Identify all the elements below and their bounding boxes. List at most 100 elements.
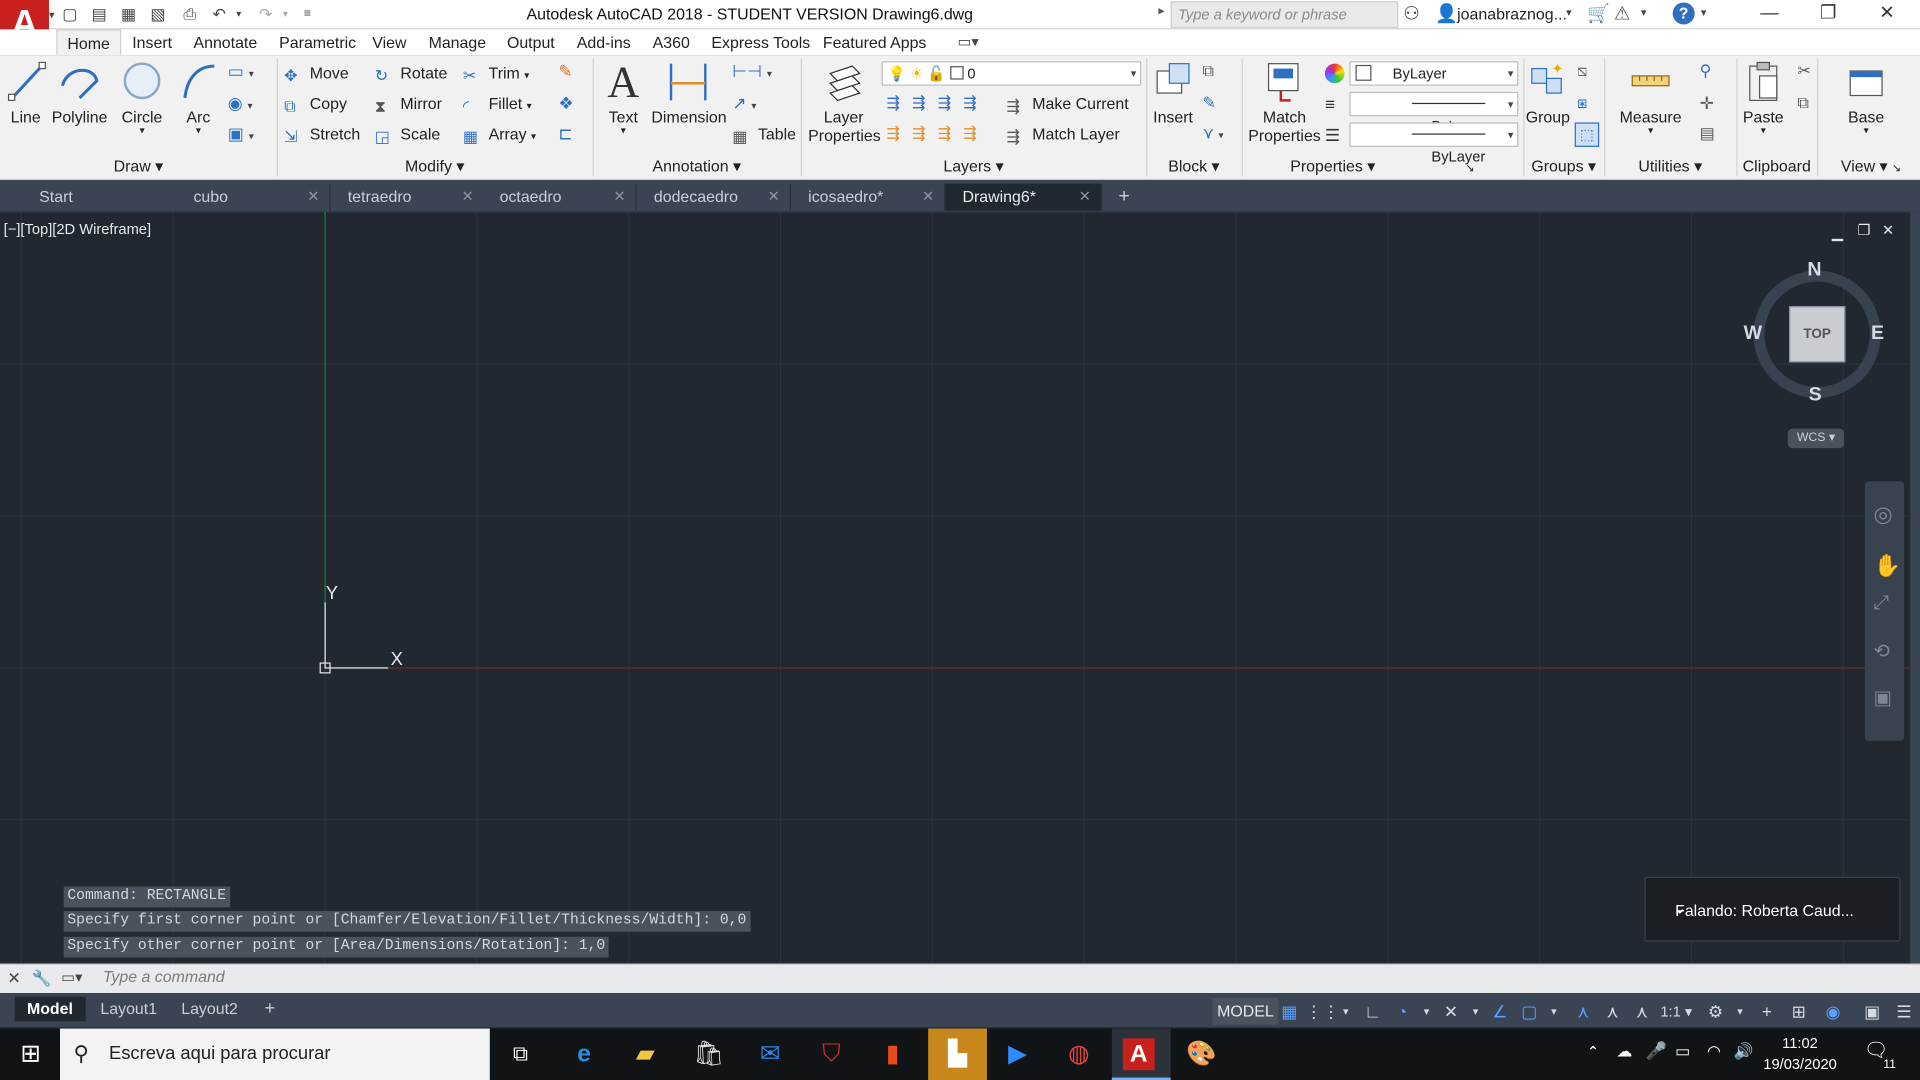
- polyline-button[interactable]: Polyline: [51, 59, 107, 126]
- ribbon-options-icon[interactable]: ▭▾: [958, 33, 979, 50]
- tab-add-ins[interactable]: Add-ins: [567, 29, 641, 55]
- paste-button[interactable]: Paste ▾: [1741, 59, 1785, 136]
- volume-icon[interactable]: 🔊: [1734, 1042, 1754, 1062]
- close-tab-icon[interactable]: ✕: [613, 184, 625, 210]
- fillet-button[interactable]: ◜ Fillet ▾: [463, 89, 532, 118]
- customization-menu-icon[interactable]: ☰: [1891, 998, 1918, 1025]
- annotation-monitor-icon[interactable]: +: [1753, 998, 1780, 1025]
- tab-home[interactable]: Home: [56, 29, 121, 56]
- viewcube-south[interactable]: S: [1809, 384, 1822, 406]
- viewcube-east[interactable]: E: [1871, 323, 1884, 345]
- close-icon[interactable]: ✕: [1859, 0, 1915, 29]
- microphone-icon[interactable]: 🎤: [1646, 1041, 1667, 1062]
- explode-icon[interactable]: ❖: [558, 93, 573, 114]
- paste-dropdown-icon[interactable]: ▾: [1741, 126, 1785, 136]
- circle-dropdown-icon[interactable]: ▾: [118, 126, 167, 136]
- layout-tab-model[interactable]: Model: [14, 996, 86, 1022]
- windows-start-icon[interactable]: ⊞: [12, 1036, 49, 1073]
- snap-icon[interactable]: ⋮⋮: [1305, 998, 1339, 1025]
- office-icon[interactable]: ▮: [874, 1036, 911, 1073]
- text-button[interactable]: A Text ▾: [602, 59, 644, 136]
- model-space-toggle[interactable]: MODEL: [1212, 997, 1279, 1025]
- doc-tab-icosaedro[interactable]: icosaedro* ✕: [791, 183, 946, 211]
- copy-clip-icon[interactable]: ⧉: [1798, 93, 1809, 113]
- cut-icon[interactable]: ✂: [1798, 61, 1811, 81]
- layer-properties-button[interactable]: Layer Properties: [808, 59, 881, 144]
- annotation-visibility-icon[interactable]: ⋏: [1570, 998, 1597, 1025]
- properties-launcher-icon[interactable]: ↘: [1465, 162, 1474, 174]
- annotation-scale-icon[interactable]: ⋏: [1629, 998, 1656, 1025]
- viewcube-west[interactable]: W: [1744, 323, 1763, 345]
- open-file-icon[interactable]: ▤: [88, 4, 110, 26]
- chrome-icon[interactable]: ◍: [1060, 1036, 1097, 1073]
- trim-button[interactable]: ✂ Trim ▾: [463, 59, 529, 88]
- close-tab-icon[interactable]: ✕: [1079, 184, 1091, 210]
- block-attributes-icon[interactable]: ⋎ ▾: [1202, 124, 1223, 144]
- auto-scale-icon[interactable]: ⋏: [1599, 998, 1626, 1025]
- make-current-button[interactable]: ⇶ Make Current: [1007, 89, 1129, 118]
- view-panel-label[interactable]: View ▾ ↘: [1822, 156, 1920, 178]
- drawing-canvas[interactable]: [0, 211, 1911, 964]
- autocad-taskbar-icon[interactable]: A: [1122, 1038, 1155, 1071]
- help-icon[interactable]: ?: [1672, 2, 1695, 25]
- customize-toolbar-icon[interactable]: ≡: [296, 4, 318, 26]
- table-button[interactable]: ▦ Table: [732, 120, 796, 149]
- arc-dropdown-icon[interactable]: ▾: [176, 126, 220, 136]
- undo-dropdown-icon[interactable]: ▾: [233, 4, 245, 26]
- chevron-down-icon[interactable]: ⌄: [1673, 898, 1687, 919]
- polar-icon[interactable]: ◔: [1389, 998, 1416, 1025]
- doc-tab-cubo[interactable]: cubo ✕: [176, 183, 331, 211]
- close-tab-icon[interactable]: ✕: [462, 184, 474, 210]
- user-icon[interactable]: 👤: [1435, 2, 1458, 25]
- mirror-button[interactable]: ⧗ Mirror: [375, 89, 442, 118]
- create-block-icon[interactable]: ⧉: [1202, 61, 1213, 81]
- redo-dropdown-icon[interactable]: ▾: [279, 4, 291, 26]
- scale-button[interactable]: ◲ Scale: [375, 120, 441, 149]
- viewport-close-icon[interactable]: ✕: [1882, 222, 1894, 239]
- edge-browser-icon[interactable]: e: [566, 1036, 603, 1073]
- offset-icon[interactable]: ⊏: [558, 124, 572, 145]
- layers-panel-label[interactable]: Layers ▾: [801, 156, 1146, 178]
- user-name[interactable]: joanabraznog...: [1457, 5, 1567, 23]
- layer-tools-row1-icons[interactable]: ⇶⇶⇶⇶: [887, 93, 989, 113]
- measure-button[interactable]: Measure ▾: [1616, 59, 1685, 136]
- taskbar-search-box[interactable]: Escreva aqui para procurar: [60, 1028, 490, 1080]
- viewport-restore-icon[interactable]: ❐: [1858, 222, 1871, 239]
- steering-wheel-icon[interactable]: ◎: [1873, 502, 1892, 528]
- doc-tab-dodecaedro[interactable]: dodecaedro ✕: [636, 183, 792, 211]
- modify-panel-label[interactable]: Modify ▾: [277, 156, 593, 178]
- rectangle-icon[interactable]: ▭ ▾: [228, 61, 254, 82]
- hatch-icon[interactable]: ◉ ▾: [228, 93, 253, 114]
- viewcube-top-face[interactable]: TOP: [1788, 306, 1846, 363]
- clean-screen-icon[interactable]: ▣: [1859, 998, 1886, 1025]
- app-menu-arrow-icon[interactable]: ▾: [49, 0, 59, 29]
- zoom-extents-icon[interactable]: ⤢: [1873, 593, 1889, 615]
- layout-tab-layout2[interactable]: Layout2: [169, 997, 250, 1021]
- utilities-panel-label[interactable]: Utilities ▾: [1604, 156, 1736, 178]
- properties-panel-label[interactable]: Properties ▾ ↘: [1242, 156, 1524, 178]
- object-snap-dropdown-icon[interactable]: ▾: [1540, 998, 1567, 1025]
- linear-dimension-icon[interactable]: ⊢⊣ ▾: [732, 61, 772, 82]
- pan-icon[interactable]: ✋: [1873, 553, 1900, 579]
- isodraft-icon[interactable]: ✕: [1438, 998, 1465, 1025]
- line-button[interactable]: Line: [5, 59, 47, 126]
- edit-block-icon[interactable]: ✎: [1202, 93, 1215, 113]
- annotation-scale-value[interactable]: 1:1 ▾: [1658, 998, 1695, 1025]
- color-dropdown[interactable]: ByLayer ▾: [1349, 61, 1519, 86]
- task-view-icon[interactable]: ⧉: [502, 1036, 539, 1073]
- tab-a360[interactable]: A360: [643, 29, 700, 55]
- grid-icon[interactable]: ▦: [1276, 998, 1303, 1025]
- mail-icon[interactable]: ✉: [752, 1036, 789, 1073]
- add-layout-icon[interactable]: +: [252, 997, 287, 1021]
- restore-icon[interactable]: ❐: [1800, 0, 1856, 29]
- match-layer-button[interactable]: ⇶ Match Layer: [1007, 120, 1120, 149]
- save-as-icon[interactable]: ▧: [147, 4, 169, 26]
- tab-parametric[interactable]: Parametric: [269, 29, 366, 55]
- measure-dropdown-icon[interactable]: ▾: [1616, 126, 1685, 136]
- units-icon[interactable]: ⊞: [1785, 998, 1812, 1025]
- tab-view[interactable]: View: [362, 29, 416, 55]
- copy-button[interactable]: ⧉ Copy: [284, 89, 347, 118]
- exchange-dropdown-icon[interactable]: ▾: [1641, 6, 1647, 19]
- showmotion-icon[interactable]: ▣: [1873, 686, 1892, 710]
- layer-tools-row2-icons[interactable]: ⇶⇶⇶⇶: [887, 124, 989, 144]
